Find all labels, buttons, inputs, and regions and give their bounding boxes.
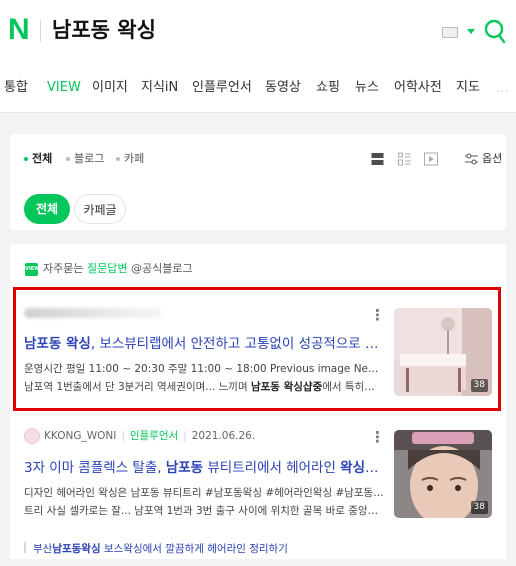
- dot-icon: [66, 157, 70, 161]
- tab-kin[interactable]: 지식iN: [141, 79, 178, 97]
- view-badge-icon: VIEW: [25, 263, 40, 276]
- filter-blog[interactable]: 블로그: [66, 152, 104, 166]
- tab-news[interactable]: 뉴스: [355, 79, 379, 97]
- keyboard-icon[interactable]: [442, 27, 458, 38]
- related-divider: [24, 542, 26, 553]
- result-snippet[interactable]: 디자인 헤어라인 왁싱은 남포동 뷰티트리 #남포동왁싱 #헤어라인왁싱 #남포…: [24, 484, 384, 520]
- naver-logo[interactable]: N: [8, 13, 30, 47]
- image-count-badge: 38: [470, 501, 488, 514]
- tab-video[interactable]: 동영상: [265, 79, 301, 97]
- search-icon[interactable]: [484, 18, 506, 44]
- filter-all[interactable]: 전체: [24, 152, 52, 166]
- tab-dictionary[interactable]: 어학사전: [394, 79, 442, 97]
- search-query[interactable]: 남포동 왁싱: [52, 15, 156, 45]
- active-dot-icon: [24, 157, 28, 161]
- tab-integrated[interactable]: 통합: [4, 79, 28, 97]
- related-post-link[interactable]: 부산남포동왁싱 보스왁싱에서 깔끔하게 헤어라인 정리하기: [24, 541, 384, 557]
- filter-cafe[interactable]: 카페: [116, 152, 144, 166]
- tab-map[interactable]: 지도: [456, 79, 480, 97]
- tab-image[interactable]: 이미지: [92, 79, 128, 97]
- search-tabs: 통합 VIEW 이미지 지식iN 인플루언서 동영상 쇼핑 뉴스 어학사전 지도…: [0, 64, 516, 113]
- card-view-icon[interactable]: [398, 152, 411, 166]
- more-menu-icon[interactable]: ⋮: [370, 430, 385, 445]
- more-tabs-icon[interactable]: ···: [496, 86, 510, 97]
- options-label[interactable]: 옵션: [482, 152, 502, 166]
- video-view-icon[interactable]: [424, 152, 438, 166]
- result-thumbnail[interactable]: 38: [394, 430, 492, 518]
- tab-influencer[interactable]: 인플루언서: [192, 79, 252, 97]
- result-title[interactable]: 3자 이마 콤플렉스 탈출, 남포동 뷰티트리에서 헤어라인 왁싱 했...: [24, 458, 382, 478]
- dropdown-caret-icon[interactable]: [467, 29, 475, 34]
- dot-icon: [116, 157, 120, 161]
- result-item: KKONG_WONI | 인플루언서 | 2021.06.26. ⋮ 3자 이마 콤플렉…: [10, 416, 506, 566]
- result-author-meta: KKONG_WONI | 인플루언서 | 2021.06.26.: [44, 430, 256, 442]
- options-icon[interactable]: [465, 152, 478, 166]
- tab-shopping[interactable]: 쇼핑: [316, 79, 340, 97]
- chip-all[interactable]: 전체: [24, 194, 70, 224]
- view-filter-card: 전체 블로그 카페 옵션 전체 카페글: [10, 134, 506, 230]
- faq-header[interactable]: 자주묻는 질문답변 @공식블로그: [43, 262, 193, 276]
- avatar[interactable]: [24, 428, 40, 444]
- tab-view[interactable]: VIEW: [47, 79, 81, 97]
- list-view-icon[interactable]: [371, 152, 384, 166]
- highlight-box: [13, 287, 501, 411]
- chip-cafe-posts[interactable]: 카페글: [74, 194, 126, 224]
- header-divider: [40, 20, 41, 42]
- search-header: N 남포동 왁싱: [0, 0, 516, 64]
